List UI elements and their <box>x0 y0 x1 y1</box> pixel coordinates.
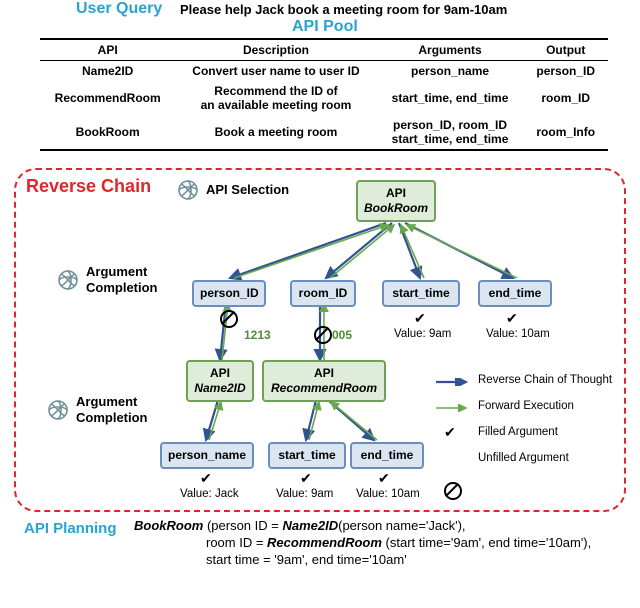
table-row: RecommendRoom Recommend the ID of an ava… <box>40 81 608 115</box>
planning-token: RecommendRoom <box>267 535 382 550</box>
th-args: Arguments <box>377 39 524 61</box>
legend-reverse-line <box>436 378 472 386</box>
node-label-name: RecommendRoom <box>270 381 378 396</box>
cell-args-l2: start_time, end_time <box>387 132 514 146</box>
table-header: API Description Arguments Output <box>40 39 608 61</box>
arg-comp-l1: Argument <box>86 264 158 280</box>
unfilled-icon <box>220 310 236 326</box>
edge-label-person-id: 1213 <box>244 328 271 342</box>
cell-desc: Recommend the ID of an available meeting… <box>175 81 376 115</box>
cell-api: RecommendRoom <box>40 81 175 115</box>
filled-icon <box>506 310 518 327</box>
api-pool-label: API Pool <box>292 18 358 36</box>
cell-api: BookRoom <box>40 115 175 150</box>
cell-out: room_Info <box>523 115 608 150</box>
arg-comp-l2: Completion <box>76 410 148 426</box>
value-end-bot: Value: 10am <box>356 488 420 500</box>
node-recommendroom: API RecommendRoom <box>262 360 386 402</box>
node-end-time-top: end_time <box>478 280 552 307</box>
th-out: Output <box>523 39 608 61</box>
cell-api: Name2ID <box>40 61 175 82</box>
cell-args: person_ID, room_ID start_time, end_time <box>377 115 524 150</box>
planning-token: (start time='9am', end time='10am'), <box>382 535 591 550</box>
table-row: Name2ID Convert user name to user ID per… <box>40 61 608 82</box>
legend-reverse: Reverse Chain of Thought <box>478 374 612 386</box>
node-end-time-bot: end_time <box>350 442 424 469</box>
table-row: BookRoom Book a meeting room person_ID, … <box>40 115 608 150</box>
legend-unfilled: Unfilled Argument <box>478 452 569 464</box>
node-label-api: API <box>364 186 428 201</box>
cell-args: person_name <box>377 61 524 82</box>
cell-out: person_ID <box>523 61 608 82</box>
planning-token: BookRoom <box>134 518 203 533</box>
planning-token: (person ID = <box>203 518 282 533</box>
filled-icon <box>200 470 212 487</box>
filled-icon <box>300 470 312 487</box>
cell-args: start_time, end_time <box>377 81 524 115</box>
api-planning-label: API Planning <box>24 520 117 537</box>
openai-icon <box>176 178 200 205</box>
openai-icon <box>46 398 70 425</box>
th-desc: Description <box>175 39 376 61</box>
planning-token: start time = '9am', end time='10am' <box>206 552 407 567</box>
arg-comp-l1: Argument <box>76 394 148 410</box>
legend-forward: Forward Execution <box>478 400 574 412</box>
filled-icon <box>414 310 426 327</box>
filled-icon <box>378 470 390 487</box>
legend-unfilled-icon <box>444 482 460 498</box>
cell-desc: Book a meeting room <box>175 115 376 150</box>
node-name2id: API Name2ID <box>186 360 254 402</box>
step-arg-completion-2: Argument Completion <box>76 394 148 425</box>
node-start-time-top: start_time <box>382 280 460 307</box>
user-query-label: User Query <box>76 0 162 17</box>
planning-token: Name2ID <box>282 518 338 533</box>
api-planning-code: BookRoom (person ID = Name2ID(person nam… <box>134 518 624 569</box>
cell-desc: Convert user name to user ID <box>175 61 376 82</box>
value-start-bot: Value: 9am <box>276 488 333 500</box>
value-person-name: Value: Jack <box>180 488 239 500</box>
cell-args-l1: person_ID, room_ID <box>387 118 514 132</box>
reverse-chain-title: Reverse Chain <box>26 176 151 197</box>
node-label-api: API <box>194 366 246 381</box>
value-end-top: Value: 10am <box>486 328 550 340</box>
node-label-name: BookRoom <box>364 201 428 216</box>
cell-desc-l2: an available meeting room <box>185 98 366 112</box>
node-person-name: person_name <box>160 442 254 469</box>
planning-token: (person name='Jack'), <box>338 518 465 533</box>
openai-icon <box>56 268 80 295</box>
planning-token: room ID = <box>206 535 267 550</box>
node-start-time-bot: start_time <box>268 442 346 469</box>
arg-comp-l2: Completion <box>86 280 158 296</box>
legend-filled-icon <box>444 424 456 441</box>
node-label-api: API <box>270 366 378 381</box>
th-api: API <box>40 39 175 61</box>
legend-filled: Filled Argument <box>478 426 558 438</box>
user-query-text: Please help Jack book a meeting room for… <box>180 2 507 17</box>
node-bookroom: API BookRoom <box>356 180 436 222</box>
step-api-selection: API Selection <box>206 182 289 197</box>
node-person-id: person_ID <box>192 280 266 307</box>
legend-forward-line <box>436 404 472 412</box>
value-start-top: Value: 9am <box>394 328 451 340</box>
cell-desc-l1: Recommend the ID of <box>185 84 366 98</box>
unfilled-icon <box>314 326 330 342</box>
step-arg-completion-1: Argument Completion <box>86 264 158 295</box>
edge-label-room-id: 005 <box>332 328 352 342</box>
node-label-name: Name2ID <box>194 381 246 396</box>
node-room-id: room_ID <box>290 280 356 307</box>
api-pool-table: API Description Arguments Output Name2ID… <box>40 38 608 151</box>
cell-out: room_ID <box>523 81 608 115</box>
